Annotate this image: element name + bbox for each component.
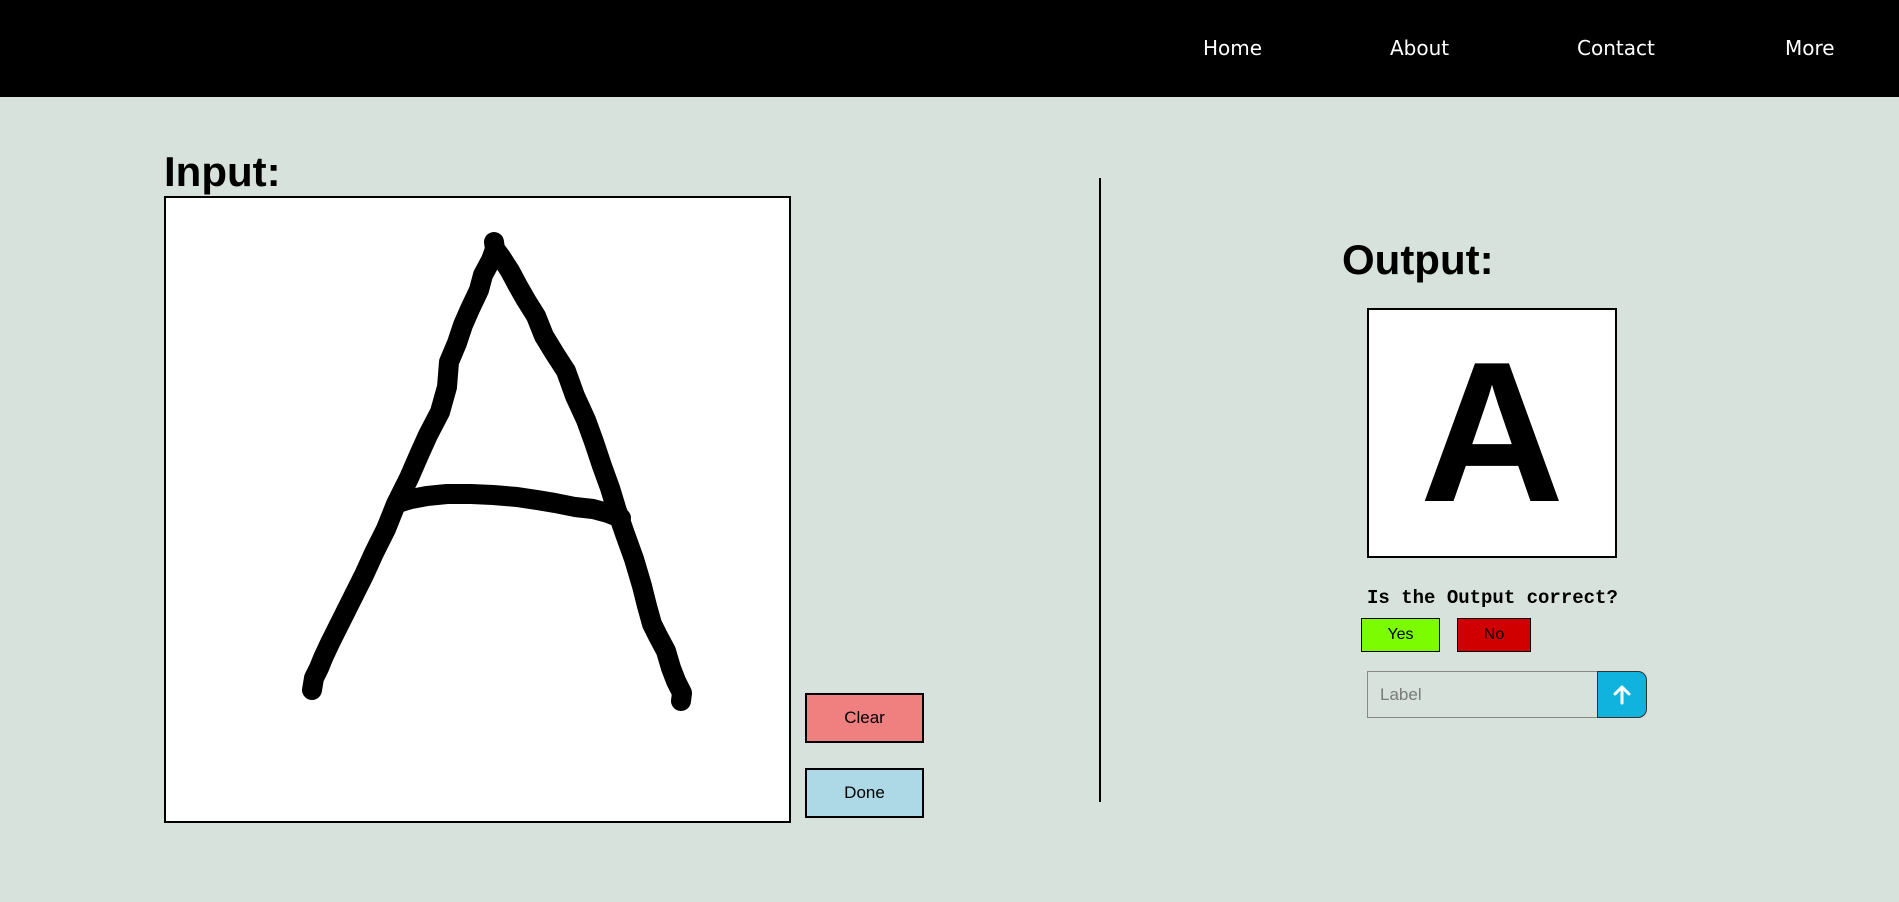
feedback-question: Is the Output correct? bbox=[1367, 587, 1618, 609]
output-title: Output: bbox=[1342, 236, 1494, 283]
clear-button[interactable]: Clear bbox=[805, 693, 924, 743]
nav-link-more[interactable]: More bbox=[1785, 34, 1835, 62]
nav-link-about[interactable]: About bbox=[1390, 34, 1449, 62]
nav-link-contact[interactable]: Contact bbox=[1577, 34, 1655, 62]
yes-button[interactable]: Yes bbox=[1361, 618, 1440, 652]
no-button[interactable]: No bbox=[1457, 618, 1531, 652]
submit-label-button[interactable] bbox=[1597, 671, 1647, 718]
label-form bbox=[1367, 671, 1647, 718]
label-input[interactable] bbox=[1367, 671, 1597, 718]
arrow-up-icon bbox=[1613, 685, 1631, 704]
drawn-letter-strokes bbox=[302, 232, 692, 711]
top-navbar: Home About Contact More bbox=[0, 0, 1899, 97]
drawing-canvas[interactable] bbox=[164, 196, 791, 823]
input-title: Input: bbox=[164, 148, 281, 195]
nav-link-home[interactable]: Home bbox=[1203, 34, 1262, 62]
predicted-letter: A bbox=[1419, 321, 1565, 544]
section-divider bbox=[1099, 178, 1101, 802]
done-button[interactable]: Done bbox=[805, 768, 924, 818]
output-display: A bbox=[1367, 308, 1617, 558]
